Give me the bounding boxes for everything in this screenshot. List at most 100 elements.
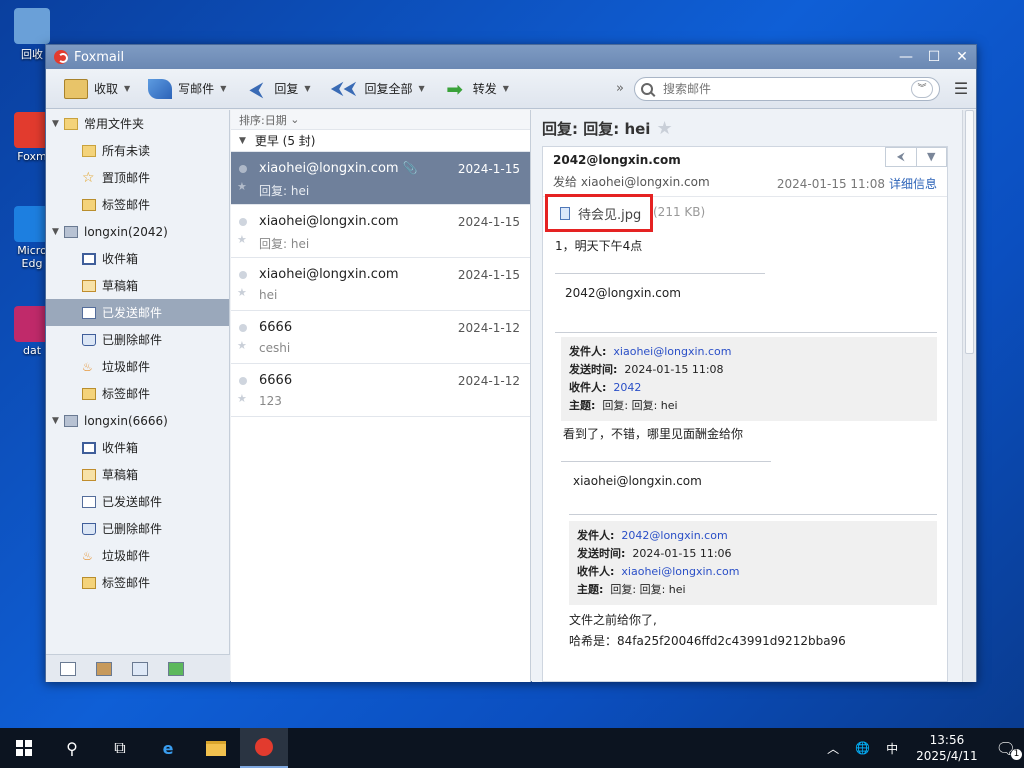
quick-reply-icon[interactable]: ⮜ xyxy=(886,148,916,166)
chevron-down-icon[interactable]: ▼ xyxy=(304,84,310,93)
message-row[interactable]: ★ 6666 2024-1-12 ceshi xyxy=(231,311,530,364)
tag-icon xyxy=(82,387,96,400)
read-status-icon[interactable] xyxy=(239,165,247,173)
reader-scrollbar[interactable] xyxy=(962,110,976,682)
folder-all-unread[interactable]: 所有未读 xyxy=(46,137,229,164)
clock[interactable]: 13:56 2025/4/11 xyxy=(906,732,988,764)
folder-tagged[interactable]: 标签邮件 xyxy=(46,569,229,596)
reply-all-button[interactable]: ⮜⮜ 回复全部 ▼ xyxy=(329,77,425,99)
title-bar[interactable]: Foxmail — ☐ ✕ xyxy=(46,45,976,69)
search-box[interactable]: ︾ xyxy=(634,76,940,101)
reply-button[interactable]: ⮜ 回复 ▼ xyxy=(244,79,310,99)
reply-controls: ⮜ ▼ xyxy=(885,147,947,167)
scrollbar-thumb[interactable] xyxy=(965,110,974,354)
message-row[interactable]: ★ 6666 2024-1-12 123 xyxy=(231,364,530,417)
mail-view-icon[interactable] xyxy=(60,661,76,676)
trash-icon xyxy=(82,333,96,346)
network-globe-icon[interactable]: 🌐 xyxy=(847,741,878,755)
star-icon[interactable]: ★ xyxy=(237,392,247,405)
details-link[interactable]: 详细信息 xyxy=(889,177,937,191)
notification-icon[interactable]: 🗨 1 xyxy=(988,739,1024,760)
folder-tagged[interactable]: 标签邮件 xyxy=(46,380,229,407)
receive-icon xyxy=(64,78,88,99)
receive-button[interactable]: 收取 ▼ xyxy=(64,78,130,99)
main-menu-icon[interactable]: ☰ xyxy=(946,79,976,98)
account-6666[interactable]: ▼ longxin(6666) xyxy=(46,407,229,434)
start-button[interactable] xyxy=(0,728,48,768)
read-status-icon[interactable] xyxy=(239,324,247,332)
folder-group-common[interactable]: ▼ 常用文件夹 xyxy=(46,110,229,137)
task-view-icon[interactable]: ⧉ xyxy=(96,728,144,768)
spam-icon: ♨ xyxy=(82,359,93,374)
sender[interactable]: 2042@longxin.com xyxy=(553,153,937,167)
message-list: 排序:日期 ⌄ ▼ 更早 (5 封) ★ xiaohei@longxin.com… xyxy=(231,110,531,682)
forward-button[interactable]: ➡ 转发 ▼ xyxy=(443,79,509,99)
folder-spam[interactable]: ♨ 垃圾邮件 xyxy=(46,542,229,569)
quoted-header: 发件人: xiaohei@longxin.com 发送时间: 2024-01-1… xyxy=(561,337,937,421)
foxmail-taskbar-icon[interactable] xyxy=(240,728,288,768)
star-icon[interactable]: ★ xyxy=(237,339,247,352)
star-icon[interactable]: ★ xyxy=(237,286,247,299)
folder-inbox[interactable]: 收件箱 xyxy=(46,245,229,272)
maximize-button[interactable]: ☐ xyxy=(920,45,948,69)
folder-pinned[interactable]: ☆ 置顶邮件 xyxy=(46,164,229,191)
contacts-icon[interactable] xyxy=(96,661,112,676)
collapse-icon[interactable]: ▼ xyxy=(52,416,64,426)
edge-taskbar-icon[interactable]: e xyxy=(144,728,192,768)
read-status-icon[interactable] xyxy=(239,377,247,385)
inbox-icon xyxy=(82,252,96,265)
message-row[interactable]: ★ xiaohei@longxin.com 📎 2024-1-15 回复: hei xyxy=(231,152,530,205)
trash-icon xyxy=(82,522,96,535)
ime-indicator[interactable]: 中 xyxy=(878,740,906,757)
folder-drafts[interactable]: 草稿箱 xyxy=(46,272,229,299)
sort-button[interactable]: 排序:日期 ⌄ xyxy=(231,110,530,130)
account-2042[interactable]: ▼ longxin(2042) xyxy=(46,218,229,245)
collapse-icon[interactable]: ▼ xyxy=(52,227,64,237)
chevron-down-icon[interactable]: ▼ xyxy=(419,84,425,93)
minimize-button[interactable]: — xyxy=(892,45,920,69)
folder-tagged[interactable]: 标签邮件 xyxy=(46,191,229,218)
sent-icon xyxy=(82,306,96,319)
chevron-down-icon[interactable]: ▼ xyxy=(220,84,226,93)
folder-deleted[interactable]: 已删除邮件 xyxy=(46,515,229,542)
more-tools-button[interactable]: » xyxy=(616,81,624,96)
chevron-down-icon[interactable]: ▼ xyxy=(503,84,509,93)
reply-icon: ⮜ xyxy=(249,76,264,101)
folder-sent[interactable]: 已发送邮件 xyxy=(46,299,229,326)
reply-all-icon: ⮜⮜ xyxy=(330,77,357,99)
collapse-icon[interactable]: ▼ xyxy=(52,119,64,129)
recycle-bin-icon xyxy=(14,8,50,44)
reading-pane: 回复: 回复: hei ★ 2042@longxin.com 发给 xiaohei… xyxy=(532,110,976,682)
attachment[interactable]: 待会见.jpg xyxy=(545,194,653,232)
star-icon[interactable]: ★ xyxy=(656,118,672,139)
message-row[interactable]: ★ xiaohei@longxin.com 2024-1-15 hei xyxy=(231,258,530,311)
compose-button[interactable]: 写邮件 ▼ xyxy=(148,78,226,99)
folder-spam[interactable]: ♨ 垃圾邮件 xyxy=(46,353,229,380)
chevron-up-icon[interactable]: ︿ xyxy=(819,740,847,757)
search-options-button[interactable]: ︾ xyxy=(911,79,933,98)
star-icon[interactable]: ★ xyxy=(237,180,247,193)
file-explorer-icon[interactable] xyxy=(192,728,240,768)
tag-icon xyxy=(82,576,96,589)
chevron-down-icon[interactable]: ▼ xyxy=(915,148,947,166)
search-icon[interactable]: ⚲ xyxy=(48,728,96,768)
star-icon[interactable]: ★ xyxy=(237,233,247,246)
group-header[interactable]: ▼ 更早 (5 封) xyxy=(231,130,530,152)
close-button[interactable]: ✕ xyxy=(948,45,976,69)
folder-drafts[interactable]: 草稿箱 xyxy=(46,461,229,488)
search-input[interactable] xyxy=(663,81,911,96)
folder-icon xyxy=(64,117,78,130)
chevron-down-icon[interactable]: ▼ xyxy=(124,84,130,93)
collapse-icon[interactable]: ▼ xyxy=(239,136,251,146)
read-status-icon[interactable] xyxy=(239,218,247,226)
folder-deleted[interactable]: 已删除邮件 xyxy=(46,326,229,353)
notes-icon[interactable] xyxy=(168,661,184,676)
folder-sent[interactable]: 已发送邮件 xyxy=(46,488,229,515)
read-status-icon[interactable] xyxy=(239,271,247,279)
search-icon xyxy=(641,82,653,95)
calendar-icon[interactable] xyxy=(132,661,148,676)
folder-panel: ▼ 常用文件夹 所有未读 ☆ 置顶邮件 标签邮件 ▼ longxin(2042)… xyxy=(46,110,230,682)
message-row[interactable]: ★ xiaohei@longxin.com 2024-1-15 回复: hei xyxy=(231,205,530,258)
folder-inbox[interactable]: 收件箱 xyxy=(46,434,229,461)
inbox-icon xyxy=(82,441,96,454)
